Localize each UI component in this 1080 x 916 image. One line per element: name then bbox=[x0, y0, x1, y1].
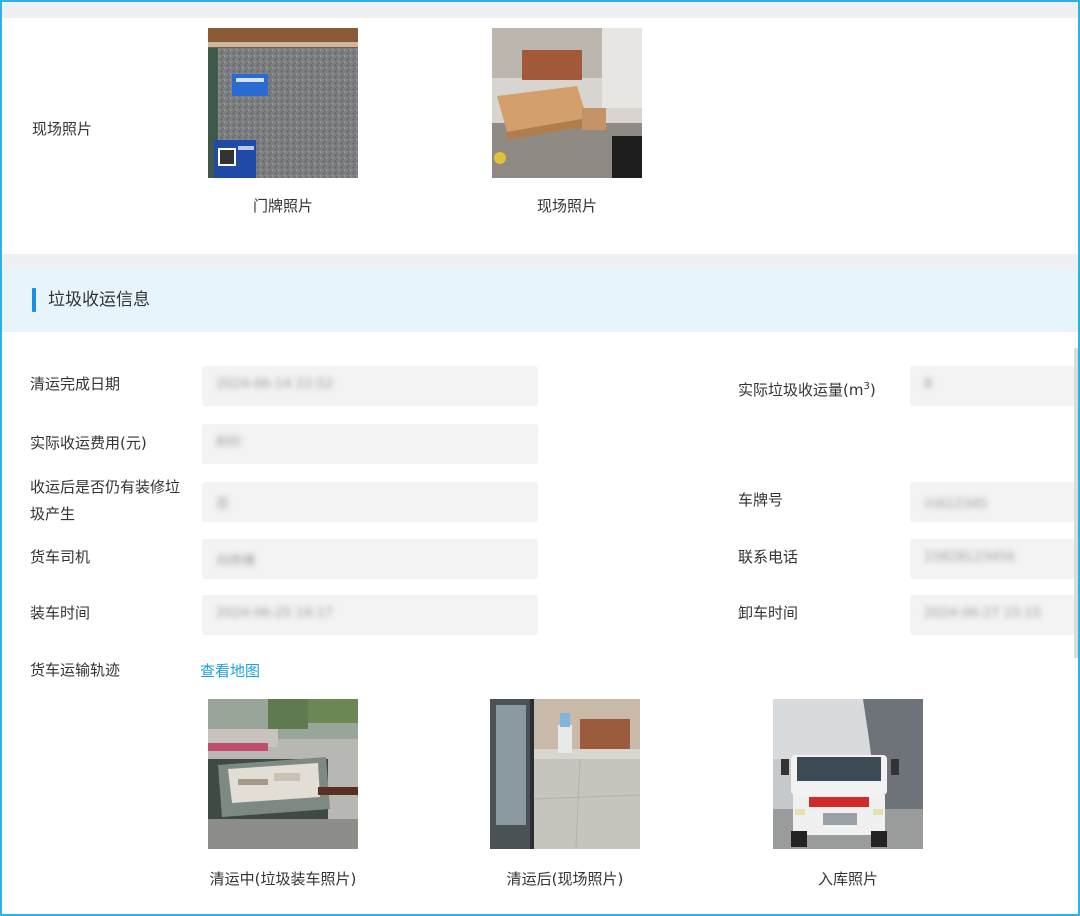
driver-label: 货车司机 bbox=[30, 548, 91, 566]
plate-number-field[interactable]: 川A12345 bbox=[910, 482, 1078, 522]
section-title: 垃圾收运信息 bbox=[48, 290, 150, 310]
actual-volume-value: 8 bbox=[924, 377, 933, 392]
doorplate-photo-image bbox=[208, 28, 358, 178]
phone-field[interactable]: 15828123456 bbox=[910, 539, 1078, 579]
actual-fee-label: 实际收运费用(元) bbox=[30, 434, 147, 452]
loading-photo-image bbox=[208, 699, 358, 849]
completion-date-field[interactable]: 2024-06-14 22:52 bbox=[202, 366, 538, 406]
doorplate-caption: 门牌照片 bbox=[252, 197, 313, 215]
view-map-link[interactable]: 查看地图 bbox=[200, 661, 260, 681]
load-time-value: 2024-06-25 16:17 bbox=[216, 606, 334, 621]
completion-date-value: 2024-06-14 22:52 bbox=[216, 377, 334, 392]
completion-date-label: 清运完成日期 bbox=[30, 375, 121, 393]
unload-time-field[interactable]: 2024-06-27 15:15 bbox=[910, 595, 1078, 635]
scrollbar[interactable] bbox=[1074, 348, 1078, 658]
after-photo-image bbox=[490, 699, 640, 849]
section-accent-bar bbox=[32, 288, 36, 312]
phone-label: 联系电话 bbox=[738, 548, 799, 566]
truck-photo[interactable] bbox=[773, 699, 923, 849]
actual-volume-label: 实际垃圾收运量(m3) bbox=[738, 381, 876, 399]
doorplate-photo[interactable] bbox=[208, 28, 358, 178]
loading-photo-caption: 清运中(垃圾装车照片) bbox=[209, 870, 357, 888]
still-generating-field[interactable]: 否 bbox=[202, 482, 538, 522]
site-photos-card: 现场照片 门牌照片 现场照片 bbox=[4, 18, 1076, 254]
phone-value: 15828123456 bbox=[924, 550, 1015, 565]
site-photo-caption: 现场照片 bbox=[536, 197, 597, 215]
section-gap bbox=[2, 254, 1078, 268]
driver-field[interactable]: 刘师傅 bbox=[202, 539, 538, 579]
unload-time-value: 2024-06-27 15:15 bbox=[924, 606, 1042, 621]
actual-fee-field[interactable]: 800 bbox=[202, 424, 538, 464]
page-frame: 现场照片 门牌照片 现场照片 垃圾收运信息 清运完成日期 2024-06-14 … bbox=[0, 0, 1080, 916]
driver-value: 刘师傅 bbox=[216, 554, 256, 569]
still-generating-label-line2: 圾产生 bbox=[30, 505, 76, 523]
section-header: 垃圾收运信息 bbox=[2, 268, 1078, 332]
site-photo-image bbox=[492, 28, 642, 178]
after-photo-caption: 清运后(现场照片) bbox=[506, 870, 624, 888]
site-photos-label: 现场照片 bbox=[32, 120, 93, 138]
load-time-label: 装车时间 bbox=[30, 604, 91, 622]
actual-fee-value: 800 bbox=[216, 435, 241, 450]
unload-time-label: 卸车时间 bbox=[738, 604, 799, 622]
actual-volume-field[interactable]: 8 bbox=[910, 366, 1078, 406]
plate-number-label: 车牌号 bbox=[738, 491, 784, 509]
still-generating-label-line1: 收运后是否仍有装修垃 bbox=[30, 478, 181, 496]
after-photo[interactable] bbox=[490, 699, 640, 849]
truck-photo-caption: 入库照片 bbox=[817, 870, 878, 888]
still-generating-value: 否 bbox=[216, 497, 230, 512]
trajectory-label: 货车运输轨迹 bbox=[30, 661, 121, 679]
plate-number-value: 川A12345 bbox=[924, 497, 988, 512]
load-time-field[interactable]: 2024-06-25 16:17 bbox=[202, 595, 538, 635]
loading-photo[interactable] bbox=[208, 699, 358, 849]
truck-photo-image bbox=[773, 699, 923, 849]
top-divider bbox=[2, 2, 1078, 18]
site-photo[interactable] bbox=[492, 28, 642, 178]
